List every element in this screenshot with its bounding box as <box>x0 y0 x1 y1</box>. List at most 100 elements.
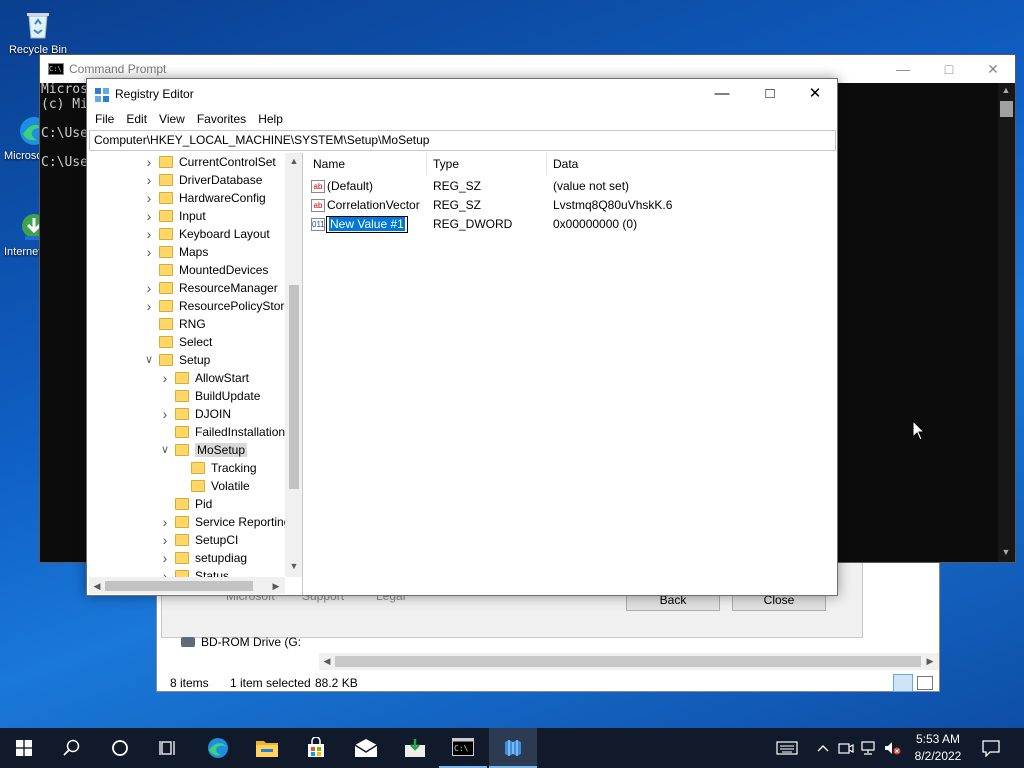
chevron-right-icon[interactable]: › <box>143 153 155 171</box>
menu-edit[interactable]: Edit <box>120 109 153 129</box>
chevron-right-icon[interactable]: › <box>159 549 171 567</box>
explorer-horizontal-scrollbar[interactable]: ◀ ▶ <box>319 653 939 670</box>
tree-item[interactable]: › AllowStart <box>163 369 249 387</box>
scroll-right-icon[interactable]: ▶ <box>269 581 283 592</box>
tree-item[interactable]: › Service Reporting <box>163 513 291 531</box>
chevron-down-icon[interactable]: ∨ <box>159 441 171 459</box>
close-icon[interactable]: ✕ <box>792 79 838 109</box>
scroll-thumb[interactable] <box>335 656 921 667</box>
tree-item[interactable]: › setupdiag <box>163 549 247 567</box>
chevron-down-icon[interactable]: ∨ <box>143 351 155 369</box>
taskbar-file-explorer[interactable] <box>243 728 291 768</box>
regedit-titlebar[interactable]: Registry Editor — □ ✕ <box>87 79 837 109</box>
address-bar[interactable]: Computer\HKEY_LOCAL_MACHINE\SYSTEM\Setup… <box>89 130 836 151</box>
chevron-right-icon[interactable]: › <box>143 243 155 261</box>
taskbar-store[interactable] <box>292 728 340 768</box>
registry-editor-window[interactable]: Registry Editor — □ ✕ File Edit View Favori… <box>86 78 838 596</box>
chevron-right-icon[interactable]: › <box>143 225 155 243</box>
menu-help[interactable]: Help <box>252 109 289 129</box>
show-hidden-icons[interactable] <box>814 728 832 768</box>
scroll-down-icon[interactable]: ▼ <box>287 561 301 571</box>
tree-horizontal-scrollbar[interactable]: ◀ ▶ <box>89 577 285 594</box>
tree-item[interactable]: › HardwareConfig <box>147 189 266 207</box>
desktop-icon-recycle-bin[interactable]: Recycle Bin <box>8 8 68 56</box>
tree-item[interactable]: RNG <box>159 315 206 333</box>
taskbar-mail[interactable] <box>342 728 390 768</box>
action-center-button[interactable] <box>978 728 1004 768</box>
column-header-data[interactable]: Data <box>547 153 836 175</box>
scroll-up-icon[interactable]: ▲ <box>999 85 1013 95</box>
column-header-type[interactable]: Type <box>427 153 547 175</box>
column-header-name[interactable]: Name <box>307 153 427 175</box>
tree-item[interactable]: › Maps <box>147 243 209 261</box>
start-button[interactable] <box>0 728 48 768</box>
tray-action-center-app[interactable] <box>774 728 800 768</box>
task-view-button[interactable] <box>144 728 192 768</box>
tree-item[interactable]: › DriverDatabase <box>147 171 263 189</box>
value-row[interactable]: ab (Default) REG_SZ (value not set) <box>311 177 831 196</box>
minimize-icon[interactable]: — <box>880 55 926 83</box>
tiles-view-icon[interactable] <box>917 676 933 690</box>
close-icon[interactable]: ✕ <box>970 55 1016 83</box>
tree-item[interactable]: ∨ MoSetup <box>161 441 248 459</box>
chevron-right-icon[interactable]: › <box>143 171 155 189</box>
tree-item[interactable]: › Input <box>147 207 206 225</box>
tree-item[interactable]: Pid <box>175 495 212 513</box>
minimize-icon[interactable]: — <box>699 79 745 109</box>
menu-view[interactable]: View <box>153 109 191 129</box>
scroll-down-icon[interactable]: ▼ <box>999 547 1013 557</box>
menu-file[interactable]: File <box>89 109 120 129</box>
tree-item[interactable]: › SetupCI <box>163 531 239 549</box>
taskbar-clock[interactable]: 5:53 AM 8/2/2022 <box>900 731 976 765</box>
registry-tree[interactable]: › CurrentControlSet › DriverDatabase › Hardwa… <box>89 153 303 595</box>
scroll-up-icon[interactable]: ▲ <box>287 156 301 166</box>
value-row[interactable]: 011 New Value #1 REG_DWORD 0x00000000 (0) <box>311 215 831 234</box>
scroll-thumb[interactable] <box>1000 101 1013 117</box>
taskbar-command-prompt[interactable]: C:\ <box>439 728 487 768</box>
scroll-right-icon[interactable]: ▶ <box>923 656 937 667</box>
chevron-right-icon[interactable]: › <box>143 207 155 225</box>
tree-item[interactable]: › ResourceManager <box>147 279 278 297</box>
chevron-right-icon[interactable]: › <box>143 279 155 297</box>
chevron-right-icon[interactable]: › <box>159 531 171 549</box>
tree-item[interactable]: › ResourcePolicyStore <box>147 297 291 315</box>
taskbar-edge[interactable] <box>194 728 242 768</box>
tray-camera[interactable] <box>836 728 856 768</box>
tree-item[interactable]: › Keyboard Layout <box>147 225 270 243</box>
scroll-left-icon[interactable]: ◀ <box>90 581 104 592</box>
chevron-right-icon[interactable]: › <box>159 513 171 531</box>
chevron-right-icon[interactable]: › <box>159 405 171 423</box>
tree-item[interactable]: BuildUpdate <box>175 387 260 405</box>
search-button[interactable] <box>48 728 96 768</box>
scroll-thumb[interactable] <box>105 581 253 591</box>
tree-item[interactable]: › DJOIN <box>163 405 231 423</box>
tree-item[interactable]: Volatile <box>191 477 250 495</box>
chevron-right-icon[interactable]: › <box>143 189 155 207</box>
tree-item[interactable]: Select <box>159 333 212 351</box>
cmd-vertical-scrollbar[interactable]: ▲ ▼ <box>998 83 1015 562</box>
scroll-thumb[interactable] <box>289 285 299 489</box>
values-list[interactable]: Name Type Data ab (Default) REG_SZ (value n… <box>307 153 836 595</box>
tree-vertical-scrollbar[interactable]: ▲ ▼ <box>285 153 302 577</box>
maximize-icon[interactable]: □ <box>747 79 793 109</box>
tree-item[interactable]: MountedDevices <box>159 261 268 279</box>
maximize-icon[interactable]: □ <box>926 55 972 83</box>
tree-item[interactable]: ∨ Setup <box>145 351 210 369</box>
tree-item[interactable]: › CurrentControlSet <box>147 153 276 171</box>
menu-favorites[interactable]: Favorites <box>191 109 252 129</box>
scroll-left-icon[interactable]: ◀ <box>320 656 334 667</box>
tree-item[interactable]: Tracking <box>191 459 257 477</box>
rename-value-input[interactable]: New Value #1 <box>326 216 408 233</box>
tray-volume[interactable] <box>882 728 902 768</box>
taskbar-registry-editor[interactable] <box>489 728 537 768</box>
value-row[interactable]: ab CorrelationVector REG_SZ Lvstmq8Q80uVhsk… <box>311 196 831 215</box>
cortana-button[interactable] <box>96 728 144 768</box>
drive-label[interactable]: BD-ROM Drive (G: <box>201 635 301 649</box>
chevron-right-icon[interactable]: › <box>143 297 155 315</box>
taskbar-installer[interactable] <box>391 728 439 768</box>
tree-item[interactable]: FailedInstallations <box>175 423 291 441</box>
chevron-right-icon[interactable]: › <box>159 369 171 387</box>
details-view-icon[interactable] <box>893 674 913 692</box>
console-output[interactable]: Micros (c) Mi C:\Use C:\Use <box>40 83 88 171</box>
tray-network[interactable] <box>858 728 880 768</box>
